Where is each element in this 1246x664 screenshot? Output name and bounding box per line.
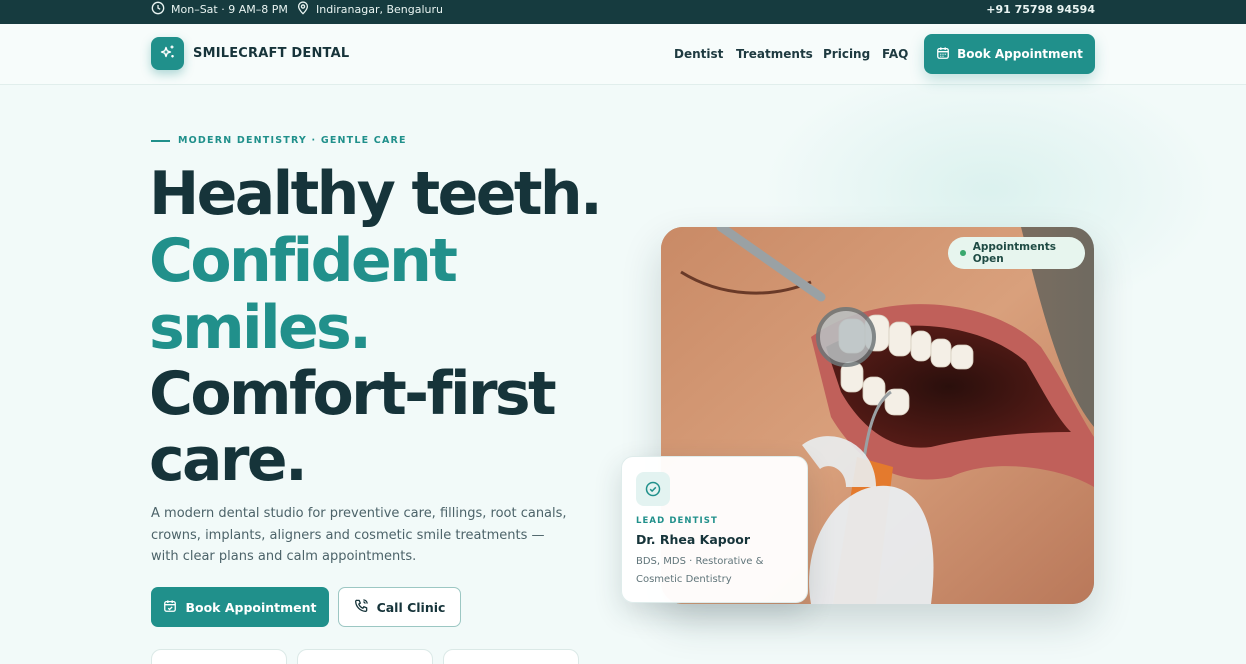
hours-text: Mon–Sat · 9 AM–8 PM	[171, 2, 288, 16]
call-clinic-button[interactable]: Call Clinic	[338, 587, 461, 627]
stat-card	[151, 649, 287, 664]
dentist-credentials: BDS, MDS · Restorative & Cosmetic Dentis…	[636, 556, 764, 585]
headline-line-2: Confident	[149, 226, 458, 296]
top-info-bar: Mon–Sat · 9 AM–8 PM Indiranagar, Bengalu…	[0, 0, 1246, 24]
location-text: Indiranagar, Bengaluru	[316, 2, 443, 16]
dentist-role: LEAD DENTIST	[636, 516, 718, 526]
site-header: SMILECRAFT DENTAL Dentist Treatments Pri…	[0, 24, 1246, 85]
calendar-icon	[936, 46, 950, 63]
clock-icon	[151, 1, 165, 18]
stat-card	[297, 649, 433, 664]
brand-name[interactable]: SMILECRAFT DENTAL	[193, 46, 349, 61]
book-appointment-label: Book Appointment	[185, 599, 317, 615]
nav-faq[interactable]: FAQ	[882, 47, 908, 61]
eyebrow-text: MODERN DENTISTRY · GENTLE CARE	[178, 135, 407, 146]
appointments-open-badge: Appointments Open	[948, 237, 1085, 269]
nav-treatments[interactable]: Treatments	[736, 47, 813, 61]
hours-info: Mon–Sat · 9 AM–8 PM	[151, 0, 288, 18]
status-dot	[960, 250, 966, 256]
headline-line-3: smiles.	[149, 293, 372, 363]
book-appointment-header-button[interactable]: Book Appointment	[924, 34, 1095, 74]
sparkle-icon	[160, 44, 176, 64]
phone-link[interactable]: +91 75798 94594	[986, 0, 1095, 18]
location-info: Indiranagar, Bengaluru	[296, 0, 443, 18]
check-badge-icon	[636, 472, 670, 506]
book-appointment-label: Book Appointment	[957, 47, 1083, 61]
call-clinic-label: Call Clinic	[376, 599, 446, 615]
map-pin-icon	[296, 0, 310, 18]
lead-dentist-card: LEAD DENTIST Dr. Rhea Kapoor BDS, MDS · …	[621, 456, 808, 603]
headline-line-4: Comfort-first	[149, 359, 557, 429]
appointments-open-text: Appointments Open	[972, 241, 1056, 265]
nav-pricing[interactable]: Pricing	[823, 47, 870, 61]
dentist-name: Dr. Rhea Kapoor	[636, 532, 751, 547]
stat-card	[443, 649, 579, 664]
hero-eyebrow: MODERN DENTISTRY · GENTLE CARE	[151, 135, 407, 146]
calendar-icon	[163, 599, 177, 616]
headline-line-5: care.	[149, 425, 308, 495]
nav-dentist[interactable]: Dentist	[674, 47, 723, 61]
eyebrow-line	[151, 139, 170, 142]
logo[interactable]	[151, 37, 184, 70]
hero-description: A modern dental studio for preventive ca…	[151, 506, 567, 564]
phone-icon	[354, 598, 369, 616]
book-appointment-button[interactable]: Book Appointment	[151, 587, 329, 627]
headline-line-1: Healthy teeth.	[149, 159, 603, 229]
